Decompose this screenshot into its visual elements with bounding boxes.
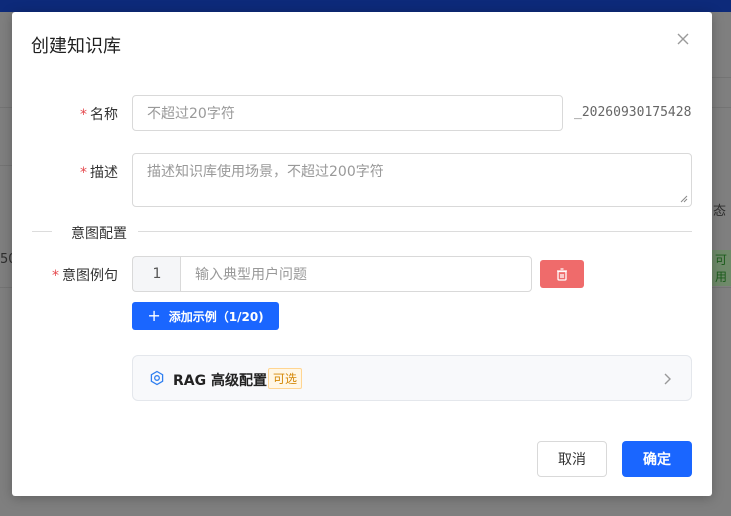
background-column-header: 态 bbox=[713, 204, 727, 219]
plus-icon: + bbox=[147, 305, 161, 325]
background-divider bbox=[712, 107, 731, 108]
name-suffix: _20260930175428 bbox=[574, 105, 692, 120]
intent-examples-label-text: 意图例句 bbox=[62, 268, 118, 284]
intent-example-input[interactable]: 输入典型用户问题 bbox=[180, 256, 532, 292]
gear-icon bbox=[150, 370, 164, 386]
example-index: 1 bbox=[132, 256, 181, 292]
required-mark: * bbox=[52, 268, 59, 284]
background-divider bbox=[712, 287, 731, 288]
add-example-button[interactable]: + 添加示例（1/20) bbox=[132, 302, 279, 330]
confirm-button[interactable]: 确定 bbox=[622, 441, 692, 477]
section-divider bbox=[32, 231, 52, 232]
intent-examples-label: * 意图例句 bbox=[52, 265, 118, 285]
description-placeholder: 描述知识库使用场景，不超过200字符 bbox=[147, 164, 384, 180]
background-top-bar bbox=[0, 0, 731, 12]
background-divider bbox=[712, 77, 731, 78]
required-mark: * bbox=[80, 165, 87, 181]
description-textarea[interactable]: 描述知识库使用场景，不超过200字符 bbox=[132, 153, 692, 207]
create-knowledge-base-dialog: 创建知识库 * 名称 不超过20字符 _20260930175428 * 描述 描述… bbox=[12, 12, 712, 496]
description-label: * 描述 bbox=[80, 162, 118, 182]
description-label-text: 描述 bbox=[90, 165, 118, 181]
resize-grip-icon[interactable] bbox=[680, 195, 688, 203]
close-icon bbox=[677, 33, 689, 45]
background-divider bbox=[0, 165, 12, 166]
background-divider bbox=[0, 107, 12, 108]
cancel-button[interactable]: 取消 bbox=[537, 441, 607, 477]
background-status-badge: 可用 bbox=[712, 250, 731, 286]
background-divider bbox=[0, 287, 12, 288]
name-input-placeholder: 不超过20字符 bbox=[147, 106, 235, 122]
trash-icon bbox=[557, 267, 567, 281]
dialog-title: 创建知识库 bbox=[31, 36, 121, 57]
intent-section-title: 意图配置 bbox=[71, 226, 127, 242]
required-mark: * bbox=[80, 107, 87, 123]
delete-example-button[interactable] bbox=[540, 260, 584, 288]
name-input[interactable]: 不超过20字符 bbox=[132, 95, 563, 131]
add-example-label: 添加示例（1/20) bbox=[168, 309, 264, 324]
chevron-right-icon bbox=[664, 373, 671, 385]
rag-config-title: RAG 高级配置 bbox=[173, 373, 267, 389]
name-label: * 名称 bbox=[80, 104, 118, 124]
optional-badge: 可选 bbox=[268, 368, 303, 389]
section-divider bbox=[138, 231, 692, 232]
close-button[interactable] bbox=[674, 30, 692, 48]
name-label-text: 名称 bbox=[90, 107, 118, 123]
rag-advanced-config-panel[interactable]: RAG 高级配置 可选 bbox=[132, 355, 692, 401]
intent-example-placeholder: 输入典型用户问题 bbox=[195, 267, 307, 283]
